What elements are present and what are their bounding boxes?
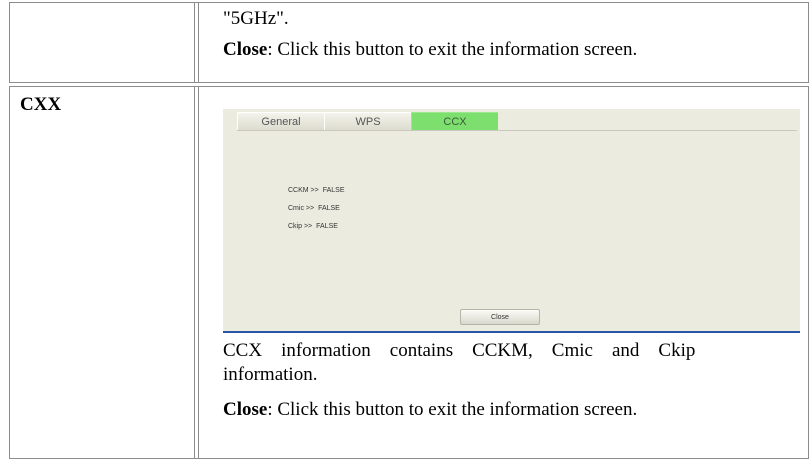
field-value: FALSE (318, 205, 340, 212)
paragraph-close-description: Close: Click this button to exit the inf… (223, 398, 637, 422)
tab-divider (237, 130, 797, 131)
field-value: FALSE (316, 223, 338, 230)
document-table: "5GHz". Close: Click this button to exit… (9, 2, 809, 459)
close-term: Close (223, 39, 268, 60)
term-cxx: CXX (20, 94, 62, 115)
term-cell (10, 3, 195, 82)
ccx-dialog-screenshot: General WPS CCX CCKM >> FALSE Cmic >> FALS… (223, 109, 800, 333)
description-cell: General WPS CCX CCKM >> FALSE Cmic >> FALS… (198, 87, 808, 458)
field-cckm: CCKM >> FALSE (288, 187, 345, 194)
paragraph-ccx-info: CCX information contains CCKM, Cmic and … (223, 340, 696, 361)
field-ckip: Ckip >> FALSE (288, 223, 338, 230)
tab-strip: General WPS CCX (237, 112, 498, 130)
tab-wps[interactable]: WPS (324, 112, 411, 130)
tab-ccx[interactable]: CCX (411, 112, 498, 130)
close-description: : Click this button to exit the informat… (267, 399, 638, 420)
field-cmic: Cmic >> FALSE (288, 205, 340, 212)
close-term: Close (223, 399, 268, 420)
close-button[interactable]: Close (460, 309, 540, 325)
field-label: Ckip >> (288, 223, 313, 230)
term-cell: CXX (10, 87, 195, 458)
description-cell: "5GHz". Close: Click this button to exit… (198, 3, 808, 82)
field-value: FALSE (322, 187, 345, 194)
table-row: "5GHz". Close: Click this button to exit… (9, 2, 809, 83)
close-description: : Click this button to exit the informat… (267, 39, 638, 60)
paragraph-ccx-info-cont: information. (223, 364, 318, 385)
paragraph-5ghz: "5GHz". (223, 8, 289, 29)
paragraph-close-description: Close: Click this button to exit the inf… (223, 38, 637, 62)
table-row: CXX General WPS CCX CCKM >> FALSE Cmic >>… (9, 86, 809, 459)
tab-general[interactable]: General (237, 112, 324, 130)
field-label: Cmic >> (288, 205, 315, 212)
field-label: CCKM >> (288, 187, 319, 194)
